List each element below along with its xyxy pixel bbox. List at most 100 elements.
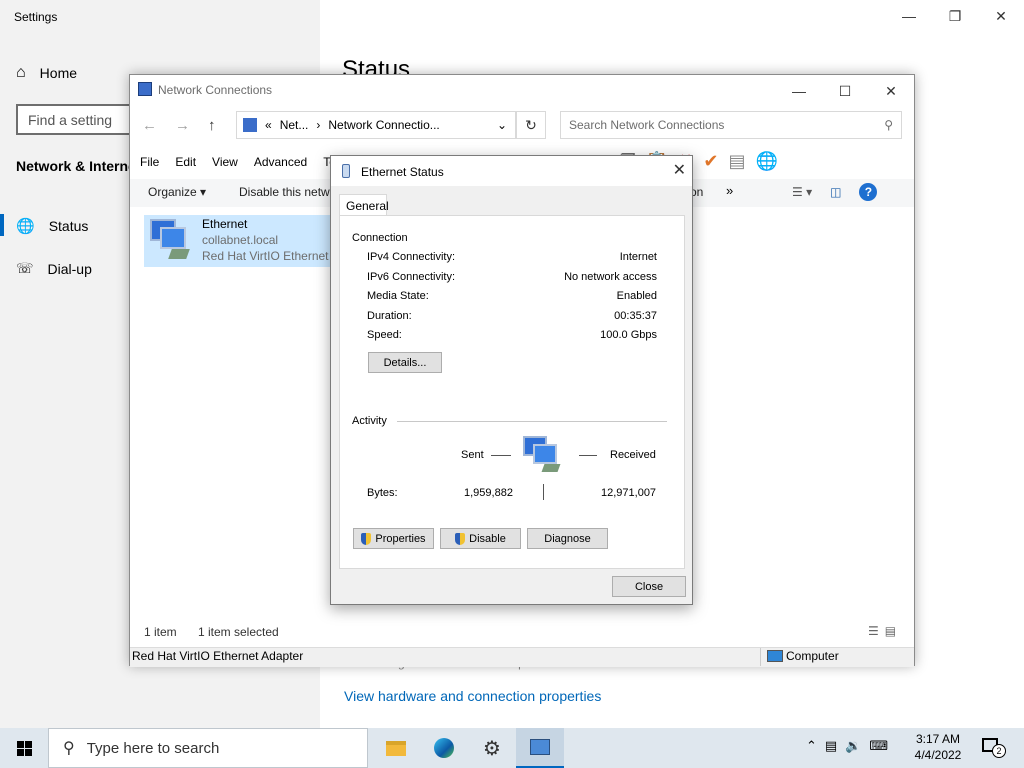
- taskbar-search[interactable]: ⚲ Type here to search: [48, 728, 368, 768]
- breadcrumb-item[interactable]: Net...: [280, 118, 309, 132]
- duration-label: Duration:: [367, 310, 412, 322]
- keyboard-icon[interactable]: ⌨: [869, 738, 888, 754]
- menu-view[interactable]: View: [212, 155, 238, 169]
- forward-arrow-icon[interactable]: →: [175, 117, 190, 134]
- selected-count: 1 item selected: [198, 625, 279, 639]
- chevron-up-icon[interactable]: ⌃: [806, 738, 817, 754]
- menu-file[interactable]: File: [140, 155, 159, 169]
- computer-icon: [767, 650, 783, 662]
- start-button[interactable]: [0, 728, 48, 768]
- search-placeholder: Search Network Connections: [569, 118, 725, 132]
- refresh-button[interactable]: ↻: [516, 111, 546, 139]
- address-bar[interactable]: « Net... › Network Connectio... ⌄: [236, 111, 516, 139]
- find-setting-input[interactable]: Find a setting: [16, 104, 146, 135]
- sent-label: Sent: [461, 449, 484, 461]
- statusbar-computer: Computer: [786, 649, 839, 663]
- minimize-icon[interactable]: —: [776, 75, 822, 107]
- settings-window-controls: — ❐ ✕: [886, 0, 1024, 32]
- shield-icon: [455, 532, 466, 545]
- preview-pane-icon[interactable]: ◫: [830, 185, 841, 199]
- more-commands-icon[interactable]: »: [726, 183, 733, 198]
- organize-label: Organize: [148, 185, 197, 199]
- adapter-description: Red Hat VirtIO Ethernet Adapter: [202, 249, 332, 263]
- bytes-received: 12,971,007: [601, 487, 657, 499]
- globe-icon[interactable]: 🌐: [756, 151, 778, 172]
- sidebar-item-label: Dial-up: [47, 260, 92, 277]
- media-state-value: Enabled: [616, 290, 657, 302]
- minimize-icon[interactable]: —: [886, 0, 932, 32]
- system-tray: ⌃ ▤ 🔉 ⌨: [806, 738, 888, 754]
- settings-section-title: Network & Internet: [16, 158, 131, 174]
- details-view-icon[interactable]: ☰: [868, 624, 879, 638]
- close-button[interactable]: Close: [612, 576, 686, 597]
- breadcrumb-item[interactable]: Network Connectio...: [328, 118, 439, 132]
- search-input[interactable]: Search Network Connections ⚲: [560, 111, 902, 139]
- view-hardware-link[interactable]: View hardware and connection properties: [344, 688, 601, 704]
- change-view-icon[interactable]: ☰ ▾: [792, 185, 812, 199]
- speed-label: Speed:: [367, 329, 402, 341]
- nav-buttons: ← → ↑: [142, 117, 216, 134]
- search-icon: ⚲: [884, 118, 893, 132]
- notifications-button[interactable]: 2: [980, 736, 1010, 760]
- edge-icon[interactable]: [420, 728, 468, 768]
- ipv4-value: Internet: [619, 251, 657, 263]
- settings-home-link[interactable]: ⌂ Home: [16, 64, 77, 82]
- disable-device-button[interactable]: Disable this network device: [239, 185, 331, 199]
- back-arrow-icon[interactable]: ←: [142, 117, 157, 134]
- close-icon[interactable]: ✕: [978, 0, 1024, 32]
- restore-icon[interactable]: ❐: [932, 0, 978, 32]
- adapter-domain: collabnet.local: [202, 233, 279, 247]
- statusbar-divider: [760, 648, 761, 666]
- properties-icon[interactable]: ▤: [728, 151, 745, 172]
- maximize-icon[interactable]: ☐: [822, 75, 868, 107]
- up-arrow-icon[interactable]: ↑: [208, 117, 216, 134]
- tab-general[interactable]: General: [339, 194, 389, 216]
- close-icon[interactable]: ✕: [868, 75, 914, 107]
- properties-button[interactable]: Properties: [353, 528, 434, 549]
- window-title: Network Connections: [158, 83, 273, 97]
- media-state-label: Media State:: [367, 290, 429, 302]
- menu-bar: File Edit View Advanced To: [140, 155, 336, 169]
- chevron-right-icon: ›: [316, 118, 321, 132]
- search-icon: ⚲: [63, 740, 75, 757]
- diagnose-button[interactable]: Diagnose: [527, 528, 608, 549]
- window-controls: — ☐ ✕: [776, 75, 914, 107]
- sent-line: [491, 455, 511, 456]
- network-activity-icon: [521, 436, 565, 476]
- tiles-view-icon[interactable]: ▤: [885, 624, 896, 638]
- file-explorer-icon[interactable]: [372, 728, 420, 768]
- ipv4-label: IPv4 Connectivity:: [367, 251, 456, 263]
- sidebar-item-dialup[interactable]: ☏ Dial-up: [16, 260, 92, 277]
- taskbar: ⚲ Type here to search ⚙ ⌃ ▤ 🔉 ⌨ 3:17 AM …: [0, 728, 1024, 768]
- speed-value: 100.0 Gbps: [600, 329, 657, 341]
- volume-icon[interactable]: 🔉: [845, 738, 861, 754]
- help-icon[interactable]: ?: [859, 183, 878, 201]
- ipv6-value: No network access: [564, 271, 657, 283]
- statusbar-adapter: Red Hat VirtIO Ethernet Adapter: [132, 649, 304, 663]
- taskbar-search-placeholder: Type here to search: [86, 739, 220, 757]
- menu-advanced[interactable]: Advanced: [254, 155, 307, 169]
- network-connections-taskbar-icon[interactable]: [516, 728, 564, 768]
- disable-button[interactable]: Disable: [440, 528, 521, 549]
- breadcrumb-overflow-icon[interactable]: «: [265, 118, 272, 132]
- duration-value: 00:35:37: [614, 310, 657, 322]
- network-folder-icon: [138, 82, 152, 96]
- shield-icon: [361, 532, 372, 545]
- activity-divider: [397, 421, 667, 422]
- organize-button[interactable]: Organize ▾: [148, 185, 206, 199]
- network-adapter-icon: [148, 219, 192, 263]
- settings-gear-icon[interactable]: ⚙: [468, 728, 516, 768]
- close-icon[interactable]: ✕: [673, 160, 686, 180]
- received-line: [579, 455, 597, 456]
- network-icon[interactable]: ▤: [825, 738, 837, 754]
- clock-time: 3:17 AM: [915, 732, 961, 746]
- chevron-down-icon[interactable]: ⌄: [497, 118, 507, 132]
- taskbar-apps: ⚙: [372, 728, 564, 768]
- network-folder-icon: [243, 118, 257, 132]
- taskbar-clock[interactable]: 3:17 AM 4/4/2022: [906, 731, 970, 763]
- details-button[interactable]: Details...: [368, 352, 442, 373]
- menu-edit[interactable]: Edit: [175, 155, 196, 169]
- checkmark-icon[interactable]: ✔: [703, 151, 718, 172]
- connection-group-label: Connection: [352, 232, 408, 244]
- dialog-title: Ethernet Status: [361, 165, 444, 179]
